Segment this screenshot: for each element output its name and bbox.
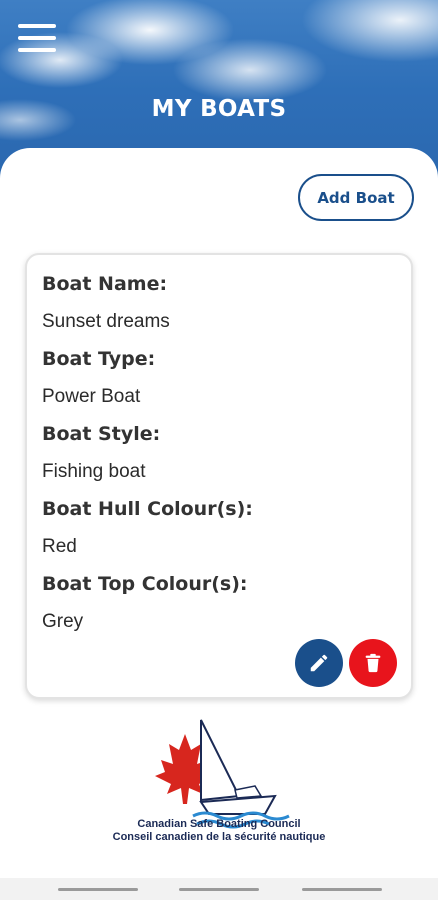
boat-hull-colour-value: Red xyxy=(42,536,77,557)
nav-recents-button[interactable] xyxy=(58,888,138,891)
boat-name-label: Boat Name: xyxy=(42,273,168,295)
boat-hull-colour-label: Boat Hull Colour(s): xyxy=(42,498,253,520)
trash-icon xyxy=(365,653,381,673)
nav-back-button[interactable] xyxy=(302,888,382,891)
pencil-icon xyxy=(310,654,328,672)
boat-name-value: Sunset dreams xyxy=(42,311,170,332)
boat-card: Boat Name: Sunset dreams Boat Type: Powe… xyxy=(25,253,413,699)
sail-icon xyxy=(200,719,241,802)
hamburger-menu-icon[interactable] xyxy=(18,24,56,52)
logo-text-french: Conseil canadien de la sécurité nautique xyxy=(112,831,326,843)
boat-style-label: Boat Style: xyxy=(42,423,161,445)
page-title: MY BOATS xyxy=(151,96,287,122)
boat-top-colour-label: Boat Top Colour(s): xyxy=(42,573,248,595)
edit-boat-button[interactable] xyxy=(295,639,343,687)
boat-top-colour-value: Grey xyxy=(42,611,84,632)
delete-boat-button[interactable] xyxy=(349,639,397,687)
add-boat-button[interactable]: Add Boat xyxy=(298,174,414,221)
system-navigation-bar xyxy=(0,878,438,900)
logo-text-english: Canadian Safe Boating Council xyxy=(137,818,301,830)
boat-style-value: Fishing boat xyxy=(42,461,146,482)
boat-type-value: Power Boat xyxy=(42,386,141,407)
boat-type-label: Boat Type: xyxy=(42,348,156,370)
nav-home-button[interactable] xyxy=(179,888,259,891)
